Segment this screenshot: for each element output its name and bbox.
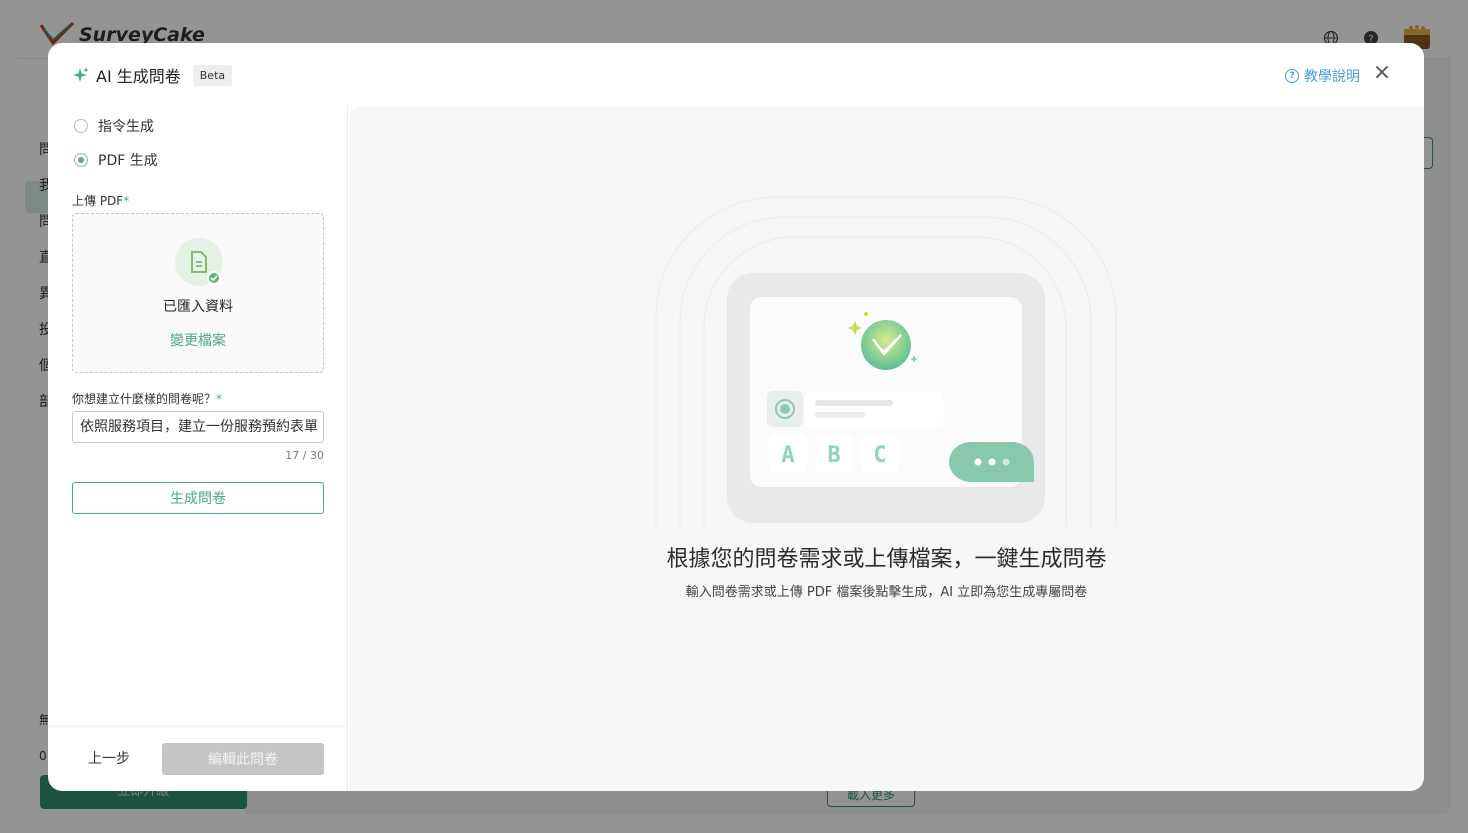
upload-pdf-label: 上傳 PDF* [72,192,129,209]
radio-question-row [767,391,943,427]
question-label-text: 你想建立什麼樣的問卷呢？ [72,392,217,406]
question-circle-icon: ? [1285,69,1299,83]
question-label: 你想建立什麼樣的問卷呢？* [72,390,222,407]
survey-prompt-value: 依照服務項目，建立一份服務預約表單 [80,419,318,435]
tutorial-link-label: 教學說明 [1304,69,1360,85]
generate-survey-button[interactable]: 生成問卷 [72,482,324,514]
tutorial-link[interactable]: ? 教學說明 [1285,66,1360,86]
change-file-link[interactable]: 變更檔案 [73,330,323,350]
survey-prompt-input[interactable]: 依照服務項目，建立一份服務預約表單 [72,411,324,443]
close-icon[interactable]: × [1372,62,1392,85]
modal-title: AI 生成問卷 [96,67,181,86]
option-tiles: A B C [769,435,899,473]
modal-title-group: AI 生成問卷 Beta [72,63,233,87]
upload-status: 已匯入資料 [163,299,233,315]
radio-unchecked[interactable] [74,119,88,133]
empty-state-illustration: A B C [655,196,1117,527]
check-badge-icon [207,271,221,285]
option-letter-c: C [873,443,886,468]
back-button[interactable]: 上一步 [74,743,144,773]
required-mark: * [216,392,223,406]
option-letter-a: A [781,443,794,468]
option-label: PDF 生成 [98,153,158,169]
left-panel: 指令生成 PDF 生成 上傳 PDF* 已匯入資料 變更檔案 你想建立什麼樣的問… [48,107,348,791]
sparkle-icon [73,67,89,82]
radio-checked[interactable] [74,153,88,167]
ai-generate-modal: AI 生成問卷 Beta ? 教學說明 × 指令生成 PDF 生成 上傳 PDF… [48,43,1424,791]
preview-panel: A B C 根據您的問卷需求或上傳檔案，一鍵生成問卷 輸入問卷需求或上傳 PDF… [349,107,1424,791]
upload-pdf-label-text: 上傳 PDF [72,194,124,208]
option-pdf-generate[interactable]: PDF 生成 [74,150,158,170]
beta-badge: Beta [192,64,233,86]
empty-state-title: 根據您的問卷需求或上傳檔案，一鍵生成問卷 [666,547,1107,572]
left-footer: 上一步 編輯此問卷 [48,726,348,791]
char-counter: 17 / 30 [285,449,324,462]
option-command-generate[interactable]: 指令生成 [74,116,154,136]
required-mark: * [123,194,130,208]
pdf-upload-dropzone[interactable]: 已匯入資料 變更檔案 [72,213,324,373]
chat-bubble-icon [949,442,1034,482]
edit-survey-button[interactable]: 編輯此問卷 [162,743,324,775]
option-label: 指令生成 [98,119,154,135]
option-letter-b: B [827,443,840,468]
modal-header: AI 生成問卷 Beta ? 教學說明 × [48,43,1424,107]
empty-state-subtitle: 輸入問卷需求或上傳 PDF 檔案後點擊生成，AI 立即為您生成專屬問卷 [685,585,1088,600]
